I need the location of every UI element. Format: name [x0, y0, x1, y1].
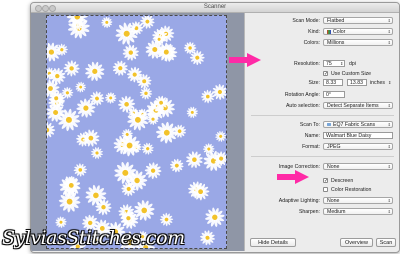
auto-selection-popup[interactable]: Detect Separate Items ⇕	[323, 102, 393, 109]
kind-row: Kind: Color ⇕	[245, 28, 399, 36]
auto-selection-label: Auto selection:	[285, 103, 320, 109]
format-popup[interactable]: JPEG ⇕	[323, 143, 393, 150]
descreen-row: ✓ Descreen	[245, 177, 399, 185]
annotation-arrow-icon	[277, 170, 309, 184]
name-row: Name: Walmart Blue Daisy	[245, 132, 399, 140]
use-custom-size-label: Use Custom Size	[331, 71, 372, 77]
divider	[251, 156, 394, 157]
size-label: Size:	[308, 80, 320, 86]
custom-size-row: ✓ Use Custom Size	[245, 70, 399, 78]
image-correction-value: None	[327, 164, 340, 170]
color-restoration-label: Color Restoration	[331, 187, 372, 193]
scan-settings-panel: Scan Mode: Flatbed ⇕ Kind: Color ⇕ Colors:…	[244, 13, 399, 251]
sharpen-row: Sharpen: Medium ⇕	[245, 208, 399, 216]
popup-arrows-icon: ⇕	[387, 198, 391, 203]
scan-to-row: Scan To: EQ7 Fabric Scans ⇕	[245, 121, 399, 129]
size-height-field[interactable]: 13.83	[347, 79, 367, 86]
scan-mode-value: Flatbed	[327, 18, 345, 24]
format-label: Format:	[302, 144, 320, 150]
scan-to-label: Scan To:	[299, 122, 320, 128]
kind-value: Color	[333, 29, 346, 35]
adaptive-lighting-row: Adaptive Lighting: None ⇕	[245, 197, 399, 205]
hide-details-button[interactable]: Hide Details	[250, 238, 296, 247]
popup-arrows-icon: ⇕	[387, 40, 391, 45]
popup-arrows-icon: ⇕	[387, 144, 391, 149]
rotation-angle-field[interactable]: 0°	[323, 91, 345, 98]
scanner-window: Scanner Scan Mode: Flatbed ⇕ Kind: Color ⇕…	[30, 2, 400, 253]
size-unit-popup[interactable]: inches	[370, 80, 385, 86]
auto-selection-row: Auto selection: Detect Separate Items ⇕	[245, 102, 399, 110]
rotation-angle-label: Rotation Angle:	[284, 92, 320, 98]
window-title: Scanner	[203, 4, 227, 10]
sharpen-popup[interactable]: Medium ⇕	[323, 208, 393, 215]
adaptive-lighting-label: Adaptive Lighting:	[278, 198, 320, 204]
popup-arrows-icon: ⇕	[387, 103, 391, 108]
image-correction-row: Image Correction: None ⇕	[245, 163, 399, 171]
sharpen-label: Sharpen:	[298, 209, 320, 215]
folder-icon	[327, 123, 331, 126]
daisy-fabric-preview-image	[47, 16, 226, 248]
colors-value: Millions	[327, 40, 345, 46]
scan-mode-row: Scan Mode: Flatbed ⇕	[245, 17, 399, 25]
popup-arrows-icon: ⇕	[387, 18, 391, 23]
scan-mode-label: Scan Mode:	[292, 18, 320, 24]
adaptive-lighting-popup[interactable]: None ⇕	[323, 197, 393, 204]
colors-popup[interactable]: Millions ⇕	[323, 39, 393, 46]
image-correction-popup[interactable]: None ⇕	[323, 163, 393, 170]
color-restoration-checkbox[interactable]	[323, 187, 328, 192]
size-row: Size: 8.33 13.83 inches ⇕	[245, 79, 399, 87]
scan-mode-popup[interactable]: Flatbed ⇕	[323, 17, 393, 24]
kind-label: Kind:	[308, 29, 320, 35]
descreen-checkbox[interactable]: ✓	[323, 178, 328, 184]
format-row: Format: JPEG ⇕	[245, 143, 399, 151]
rotation-row: Rotation Angle: 0°	[245, 91, 399, 99]
scan-to-popup[interactable]: EQ7 Fabric Scans ⇕	[323, 121, 393, 128]
title-bar: Scanner	[31, 3, 399, 13]
resolution-row: Resolution: 75 ⇕ dpi	[245, 60, 399, 68]
color-swatch-icon	[327, 29, 331, 34]
popup-arrows-icon: ⇕	[387, 164, 391, 169]
name-label: Name:	[304, 133, 320, 139]
popup-arrows-icon: ⇕	[388, 80, 392, 85]
format-value: JPEG	[327, 144, 341, 150]
scan-to-value: EQ7 Fabric Scans	[333, 122, 376, 128]
color-restoration-row: Color Restoration	[245, 186, 399, 194]
popup-arrows-icon: ⇕	[387, 209, 391, 214]
adaptive-lighting-value: None	[327, 198, 340, 204]
annotation-arrow-icon	[229, 53, 261, 67]
scan-selection-rectangle[interactable]	[46, 15, 227, 249]
resolution-arrows-icon[interactable]: ⇕	[340, 61, 343, 66]
popup-arrows-icon: ⇕	[387, 122, 391, 127]
colors-row: Colors: Millions ⇕	[245, 39, 399, 47]
scan-preview-area	[31, 13, 244, 251]
scan-button[interactable]: Scan	[376, 238, 396, 247]
name-field[interactable]: Walmart Blue Daisy	[323, 132, 393, 139]
overview-button[interactable]: Overview	[340, 238, 373, 247]
popup-arrows-icon: ⇕	[387, 29, 391, 34]
divider	[251, 115, 394, 116]
colors-label: Colors:	[303, 40, 320, 46]
use-custom-size-checkbox[interactable]: ✓	[323, 71, 328, 77]
resolution-label: Resolution:	[294, 61, 320, 67]
descreen-label: Descreen	[331, 178, 354, 184]
sharpen-value: Medium	[327, 209, 346, 215]
kind-popup[interactable]: Color ⇕	[323, 28, 393, 35]
watermark-text: SylviasStitches.com	[2, 227, 185, 249]
size-width-field[interactable]: 8.33	[323, 79, 343, 86]
auto-selection-value: Detect Separate Items	[327, 103, 379, 109]
resolution-unit: dpi	[349, 61, 356, 67]
